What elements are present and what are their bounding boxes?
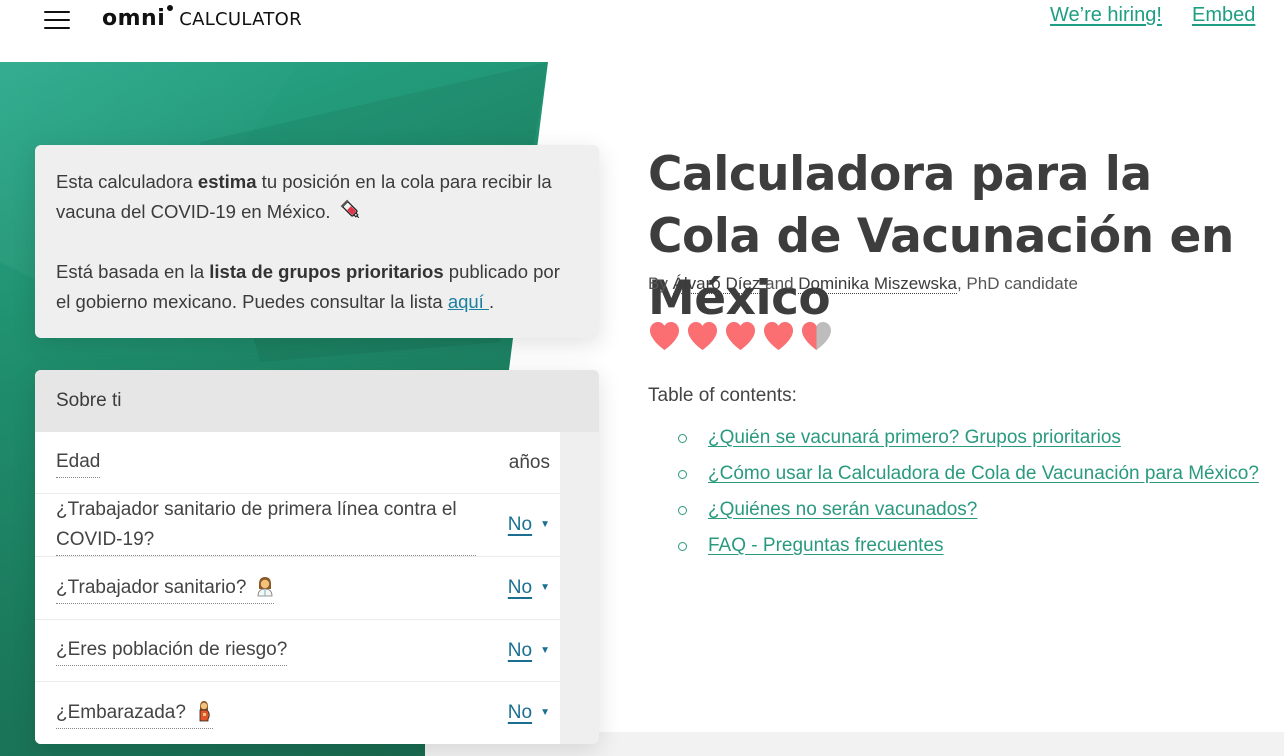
toc-title: Table of contents: bbox=[648, 385, 797, 406]
health-worker-icon bbox=[257, 576, 273, 596]
age-input-unit[interactable]: años bbox=[509, 452, 550, 474]
menu-icon[interactable] bbox=[44, 11, 70, 29]
field-row-pregnant: ¿Embarazada? No ▼ bbox=[35, 682, 560, 744]
byline: By Álvaro Díez and Dominika Miszewska, P… bbox=[648, 274, 1078, 294]
health-worker-label[interactable]: ¿Trabajador sanitario? bbox=[56, 573, 274, 604]
caret-down-icon: ▼ bbox=[540, 582, 550, 593]
health-worker-select[interactable]: No ▼ bbox=[508, 577, 550, 599]
intro-text: Está basada en la bbox=[56, 261, 210, 282]
page-title: Calculadora para la Cola de Vacunación e… bbox=[648, 147, 1234, 326]
section-header[interactable]: Sobre ti bbox=[35, 370, 599, 432]
intro-card: Esta calculadora estima tu posición en l… bbox=[35, 145, 599, 338]
heart-icon[interactable] bbox=[762, 320, 795, 352]
byline-text: , PhD candidate bbox=[956, 274, 1078, 293]
section-title: Sobre ti bbox=[56, 390, 122, 411]
top-navigation-bar: omni CALCULATOR We’re hiring! Embed bbox=[0, 0, 1284, 62]
pregnant-woman-icon bbox=[199, 700, 210, 721]
hiring-link[interactable]: We’re hiring! bbox=[1050, 4, 1162, 27]
field-row-risk-population: ¿Eres población de riesgo? No ▼ bbox=[35, 620, 560, 682]
risk-population-label[interactable]: ¿Eres población de riesgo? bbox=[56, 635, 288, 666]
heart-icon[interactable] bbox=[648, 320, 681, 352]
logo-secondary-text: CALCULATOR bbox=[179, 9, 302, 30]
caret-down-icon: ▼ bbox=[540, 644, 550, 656]
embed-link[interactable]: Embed bbox=[1192, 4, 1255, 27]
caret-down-icon: ▼ bbox=[540, 519, 550, 530]
syringe-icon bbox=[340, 199, 359, 219]
label-text: ¿Trabajador sanitario? bbox=[56, 576, 247, 598]
byline-text: By bbox=[648, 274, 673, 293]
caret-down-icon: ▼ bbox=[540, 707, 550, 718]
table-of-contents: ¿Quién se vacunará primero? Grupos prior… bbox=[678, 420, 1259, 564]
author-link-2[interactable]: Dominika Miszewska bbox=[798, 274, 957, 294]
select-value: No bbox=[507, 702, 533, 723]
toc-link[interactable]: ¿Cómo usar la Calculadora de Cola de Vac… bbox=[708, 463, 1259, 485]
intro-text: Esta calculadora bbox=[56, 171, 198, 192]
logo-primary-text: omni bbox=[102, 6, 166, 31]
heart-icon[interactable] bbox=[686, 320, 719, 352]
select-value: No bbox=[507, 639, 533, 661]
heart-filled-part bbox=[688, 322, 717, 350]
bullet-icon bbox=[678, 505, 687, 515]
intro-paragraph-2: Está basada en la lista de grupos priori… bbox=[56, 257, 578, 317]
heart-filled-part bbox=[764, 322, 793, 350]
byline-text: and bbox=[760, 274, 799, 293]
heart-icon[interactable] bbox=[800, 320, 833, 352]
toc-item: ¿Quiénes no serán vacunados? bbox=[678, 492, 1259, 528]
intro-paragraph-1: Esta calculadora estima tu posición en l… bbox=[56, 167, 578, 227]
author-link-1[interactable]: Álvaro Díez bbox=[672, 274, 761, 294]
toc-item: FAQ - Preguntas frecuentes bbox=[678, 528, 1259, 564]
omni-logo[interactable]: omni CALCULATOR bbox=[102, 5, 302, 31]
heart-icon[interactable] bbox=[724, 320, 757, 352]
toc-link[interactable]: ¿Quién se vacunará primero? Grupos prior… bbox=[708, 427, 1121, 449]
intro-bold-text: lista de grupos prioritarios bbox=[209, 261, 444, 282]
bullet-icon bbox=[678, 433, 687, 443]
toc-item: ¿Cómo usar la Calculadora de Cola de Vac… bbox=[678, 456, 1259, 492]
calculator-fields: Edad años ¿Trabajador sanitario de prime… bbox=[35, 432, 560, 744]
pregnant-label[interactable]: ¿Embarazada? bbox=[56, 698, 214, 729]
logo-dot-icon bbox=[167, 5, 174, 11]
field-row-frontline-worker: ¿Trabajador sanitario de primera línea c… bbox=[35, 494, 560, 557]
label-text: ¿Embarazada? bbox=[56, 701, 186, 723]
toc-link[interactable]: FAQ - Preguntas frecuentes bbox=[708, 535, 944, 557]
frontline-worker-select[interactable]: No ▼ bbox=[508, 514, 550, 536]
risk-population-select[interactable]: No ▼ bbox=[508, 640, 550, 662]
heart-filled-part bbox=[650, 322, 679, 350]
intro-bold-text: estima bbox=[197, 171, 257, 192]
priority-list-link[interactable]: aquí bbox=[448, 291, 489, 312]
pregnant-select[interactable]: No ▼ bbox=[508, 702, 550, 724]
intro-text: . bbox=[488, 291, 495, 312]
field-row-health-worker: ¿Trabajador sanitario? No ▼ bbox=[35, 557, 560, 620]
rating-hearts[interactable] bbox=[648, 320, 833, 352]
heart-filled-part bbox=[726, 322, 755, 350]
frontline-worker-label[interactable]: ¿Trabajador sanitario de primera línea c… bbox=[56, 495, 476, 556]
calculator-card: Sobre ti Edad años ¿Trabajador sanitario… bbox=[35, 370, 599, 744]
toc-item: ¿Quién se vacunará primero? Grupos prior… bbox=[678, 420, 1259, 456]
bullet-icon bbox=[678, 541, 687, 551]
select-value: No bbox=[507, 577, 533, 598]
select-value: No bbox=[507, 514, 533, 535]
field-row-age: Edad años bbox=[35, 432, 560, 494]
age-label[interactable]: Edad bbox=[56, 447, 101, 478]
toc-link[interactable]: ¿Quiénes no serán vacunados? bbox=[708, 499, 977, 521]
bullet-icon bbox=[678, 469, 687, 479]
